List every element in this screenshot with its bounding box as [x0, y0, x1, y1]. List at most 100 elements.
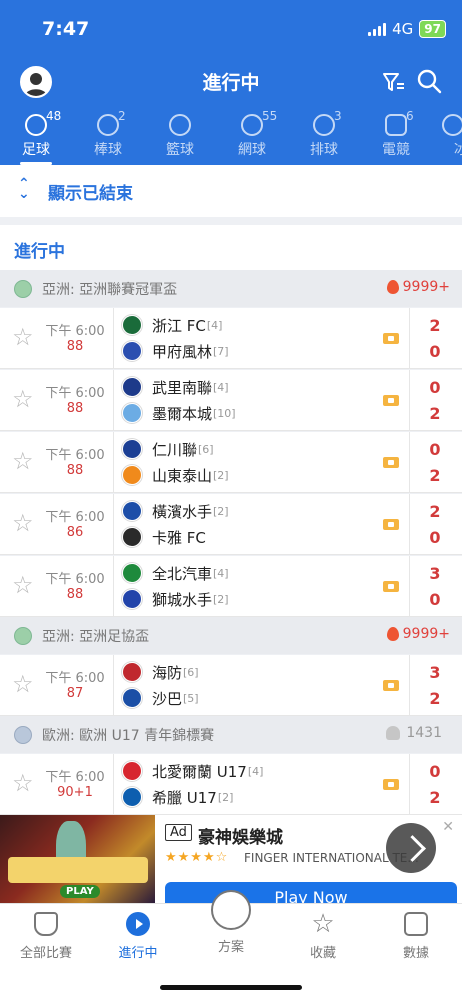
show-ended-toggle[interactable]: ⌃ ⌄ 顯示已結束	[0, 165, 462, 217]
team-rank: [10]	[213, 406, 236, 420]
divider	[113, 308, 114, 369]
tab-label: 電競	[382, 142, 410, 158]
play-circle-icon	[126, 912, 150, 936]
match-row[interactable]: ☆ 下午 6:00 90+1 北愛爾蘭 U17 [4] 希臘 U17 [2] 0…	[0, 754, 462, 815]
signal-icon	[368, 22, 387, 36]
asia-globe-icon	[14, 627, 32, 645]
away-score: 2	[429, 689, 441, 708]
nav-favorites[interactable]: ☆ 收藏	[277, 904, 369, 974]
europe-globe-icon	[14, 726, 32, 744]
divider	[409, 370, 410, 431]
tennis-icon	[241, 114, 263, 136]
live-video-icon[interactable]	[383, 457, 399, 468]
home-team: 全北汽車 [4]	[122, 562, 229, 584]
floating-action-button[interactable]	[386, 823, 436, 873]
divider	[409, 754, 410, 815]
status-bar: 7:47 4G 97	[0, 0, 462, 58]
tab-baseball[interactable]: 棒球 2	[72, 108, 144, 165]
live-video-icon[interactable]	[383, 333, 399, 344]
team-logo-icon	[122, 341, 142, 361]
live-video-icon[interactable]	[383, 680, 399, 691]
home-team: 仁川聯 [6]	[122, 438, 214, 460]
favorite-star-icon[interactable]: ☆	[12, 511, 36, 535]
match-row[interactable]: ☆ 下午 6:00 88 浙江 FC [4] 甲府風林 [7] 2 0	[0, 308, 462, 369]
favorite-star-icon[interactable]: ☆	[12, 771, 36, 795]
status-indicators: 4G 97	[368, 20, 446, 38]
divider	[113, 494, 114, 555]
volleyball-icon	[313, 114, 335, 136]
team-rank: [2]	[217, 790, 234, 804]
nav-stats[interactable]: 數據	[370, 904, 462, 974]
document-icon	[211, 890, 251, 930]
tab-tennis[interactable]: 網球 55	[216, 108, 288, 165]
live-video-icon[interactable]	[383, 581, 399, 592]
tab-label: 籃球	[166, 142, 194, 158]
chart-icon	[404, 912, 428, 936]
close-icon[interactable]: ✕	[442, 819, 454, 835]
tab-label: 網球	[238, 142, 266, 158]
tab-basketball[interactable]: 籃球	[144, 108, 216, 165]
league-name: 歐洲: 歐洲 U17 青年錦標賽	[42, 728, 215, 744]
tab-hockey[interactable]: 冰	[432, 108, 462, 165]
tab-soccer[interactable]: 足球 48	[0, 108, 72, 165]
live-video-icon[interactable]	[383, 395, 399, 406]
match-row[interactable]: ☆ 下午 6:00 87 海防 [6] 沙巴 [5] 3 2	[0, 655, 462, 716]
tab-label: 棒球	[94, 142, 122, 158]
league-header[interactable]: 亞洲: 亞洲聯賽冠軍盃 9999+	[0, 270, 462, 307]
away-score: 0	[429, 528, 441, 547]
team-rank: [2]	[213, 468, 229, 482]
match-minute: 88	[66, 339, 84, 354]
divider	[409, 432, 410, 493]
away-score: 2	[429, 404, 441, 423]
fire-icon	[386, 627, 399, 641]
league-header[interactable]: 歐洲: 歐洲 U17 青年錦標賽 1431	[0, 716, 462, 753]
tab-esports[interactable]: 電競 6	[360, 108, 432, 165]
nav-all-matches[interactable]: 全部比賽	[0, 904, 92, 974]
team-name: 墨爾本城	[152, 404, 213, 423]
league-header[interactable]: 亞洲: 亞洲足協盃 9999+	[0, 617, 462, 654]
team-name: 北愛爾蘭 U17	[152, 762, 247, 781]
favorite-star-icon[interactable]: ☆	[12, 325, 36, 349]
divider	[113, 432, 114, 493]
divider	[113, 370, 114, 431]
team-name: 浙江 FC	[152, 316, 206, 335]
team-name: 沙巴	[152, 689, 183, 708]
match-row[interactable]: ☆ 下午 6:00 88 仁川聯 [6] 山東泰山 [2] 0 2	[0, 432, 462, 493]
filter-icon[interactable]	[382, 70, 406, 94]
home-team: 北愛爾蘭 U17 [4]	[122, 760, 263, 782]
match-time: 下午 6:00	[45, 770, 105, 785]
team-logo-icon	[122, 662, 142, 682]
match-row[interactable]: ☆ 下午 6:00 88 武里南聯 [4] 墨爾本城 [10] 0 2	[0, 370, 462, 431]
match-minute: 88	[66, 463, 84, 478]
away-team: 甲府風林 [7]	[122, 340, 229, 362]
match-row[interactable]: ☆ 下午 6:00 86 橫濱水手 [2] 卡雅 FC 2 0	[0, 494, 462, 555]
team-rank: [4]	[206, 318, 223, 332]
favorite-star-icon[interactable]: ☆	[12, 573, 36, 597]
divider	[409, 556, 410, 617]
soccer-ball-icon	[25, 114, 47, 136]
tab-volleyball[interactable]: 排球 3	[288, 108, 360, 165]
nav-plans[interactable]: 方案	[185, 890, 277, 974]
home-score: 0	[429, 378, 441, 397]
nav-live[interactable]: 進行中	[92, 904, 184, 974]
league-name: 亞洲: 亞洲聯賽冠軍盃	[42, 282, 178, 298]
away-score: 2	[429, 466, 441, 485]
favorite-star-icon[interactable]: ☆	[12, 672, 36, 696]
ad-image[interactable]: PLAY	[0, 815, 155, 903]
search-icon[interactable]	[416, 68, 442, 94]
match-time: 下午 6:00	[45, 510, 105, 525]
team-logo-icon	[122, 563, 142, 583]
tab-label: 冰	[454, 142, 462, 158]
match-row[interactable]: ☆ 下午 6:00 88 全北汽車 [4] 獅城水手 [2] 3 0	[0, 556, 462, 617]
team-name: 全北汽車	[152, 564, 213, 583]
ad-play-now-button[interactable]: Play Now	[165, 882, 457, 903]
divider	[113, 556, 114, 617]
live-video-icon[interactable]	[383, 519, 399, 530]
favorite-star-icon[interactable]: ☆	[12, 449, 36, 473]
favorite-star-icon[interactable]: ☆	[12, 387, 36, 411]
team-rank: [6]	[198, 442, 214, 456]
ad-title: 豪神娛樂城	[198, 828, 283, 848]
live-video-icon[interactable]	[383, 779, 399, 790]
team-logo-icon	[122, 761, 142, 781]
team-name: 仁川聯	[152, 440, 198, 459]
